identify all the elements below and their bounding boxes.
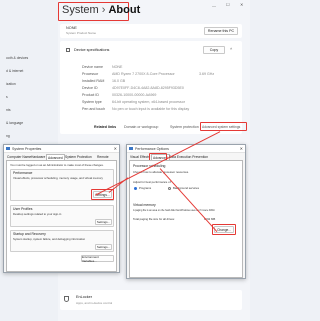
user-profiles-settings-button[interactable]: Settings... [95,219,112,225]
spec-label: Device ID [82,86,98,90]
close-icon[interactable]: ✕ [114,146,117,151]
spec-label: Processor [82,72,99,76]
vm-desc: A paging file is an area on the hard dis… [133,209,215,212]
adjust-label: Adjust for best performance of: [133,180,172,184]
spec-label: Pen and touch [82,107,106,111]
performance-group-title: Performance [13,171,33,175]
specs-icon [66,48,70,52]
spec-label: System type [82,100,102,104]
spec-value: 64-bit operating system, x64-based proce… [112,100,185,104]
rename-pc-button[interactable]: Rename this PC [204,27,238,35]
dialog-title: System Properties [12,147,42,151]
bottom-item-title[interactable]: EnLocker [76,295,92,299]
performance-icon [129,147,133,150]
sidebar-item-bluetooth[interactable]: ooth & devices [6,56,28,60]
startup-recovery-desc: System startup, system failure, and debu… [13,237,86,241]
sidebar-item-gaming[interactable]: ng [6,134,10,138]
vm-total-label: Total paging file size for all drives: [133,217,175,221]
sidebar-item-personalization[interactable]: ization [6,82,16,86]
breadcrumb: System › About [62,4,140,16]
close-icon[interactable]: ✕ [240,146,243,151]
related-link-domain[interactable]: Domain or workgroup [124,125,158,129]
spec-value: NONE [112,65,123,69]
processor-speed: 3.69 GHz [199,72,215,76]
startup-recovery-group: Startup and Recovery System startup, sys… [10,230,114,252]
sidebar-item-apps[interactable]: s [6,95,8,99]
sidebar-item-language[interactable]: & language [6,121,23,125]
sidebar-item-network[interactable]: d & internet [6,69,23,73]
page-title: About [108,4,141,16]
spec-value: AMD Ryzen 7 2700X 8-Core Processor [112,72,175,76]
specs-section-title: Device specifications [74,48,110,52]
copy-button[interactable]: Copy [203,46,225,54]
spec-value: 00326-10000-00000-AA969 [112,93,157,97]
spec-value: 4D97E0FF-D4C8-4A82-8A8D-8295F93D5E0 [112,86,184,90]
environment-variables-button[interactable]: Environment Variables... [81,255,114,263]
spec-value: No pen or touch input is available for t… [112,107,190,111]
system-properties-dialog: System Properties ✕ Computer Name Hardwa… [3,144,120,273]
bottom-item-subtitle: Apps, and in-device control [76,301,113,305]
radio-programs-label: Programs [139,186,152,190]
spec-label: Installed RAM [82,79,105,83]
tab-panel: Processor scheduling Choose how to alloc… [129,160,243,278]
system-properties-titlebar: System Properties ✕ [4,145,119,153]
radio-programs[interactable] [134,187,137,190]
minimize-icon[interactable]: — [212,3,216,8]
device-name: NONE [66,26,77,30]
sidebar-item-accounts[interactable]: nts [6,108,11,112]
spec-label: Product ID [82,93,99,97]
spec-value: 16.0 GB [112,79,126,83]
shield-icon [64,296,69,302]
tab-panel: You must be logged on as an Administrato… [6,160,117,272]
close-icon[interactable]: ✕ [240,2,243,7]
vm-title: Virtual memory [133,203,156,207]
performance-desc: Visual effects, processor scheduling, me… [13,176,103,180]
startup-settings-button[interactable]: Settings... [95,244,112,250]
chevron-up-icon[interactable]: ˄ [230,46,232,51]
spec-label: Device name [82,65,103,69]
related-links-label: Related links [94,125,117,129]
device-card: NONE System Product Name Rename this PC [60,24,242,38]
breadcrumb-parent[interactable]: System [62,4,99,16]
dialog-title: Performance Options [135,147,169,151]
device-model: System Product Name [66,31,97,35]
user-profiles-desc: Desktop settings related to your sign-in [13,212,62,216]
related-link-system-protection[interactable]: System protection [170,125,199,129]
advanced-settings-highlight [200,122,247,131]
user-profiles-group-title: User Profiles [13,207,33,211]
startup-recovery-group-title: Startup and Recovery [13,232,46,236]
bottom-card [60,290,242,310]
breadcrumb-separator: › [101,4,106,16]
radio-services[interactable] [168,187,171,190]
performance-options-dialog: Performance Options ✕ Visual Effects Adv… [126,144,246,279]
maximize-icon[interactable]: ☐ [226,2,230,7]
computer-icon [6,147,10,150]
user-profiles-group: User Profiles Desktop settings related t… [10,205,114,227]
admin-notice: You must be logged on as an Administrato… [10,163,104,167]
